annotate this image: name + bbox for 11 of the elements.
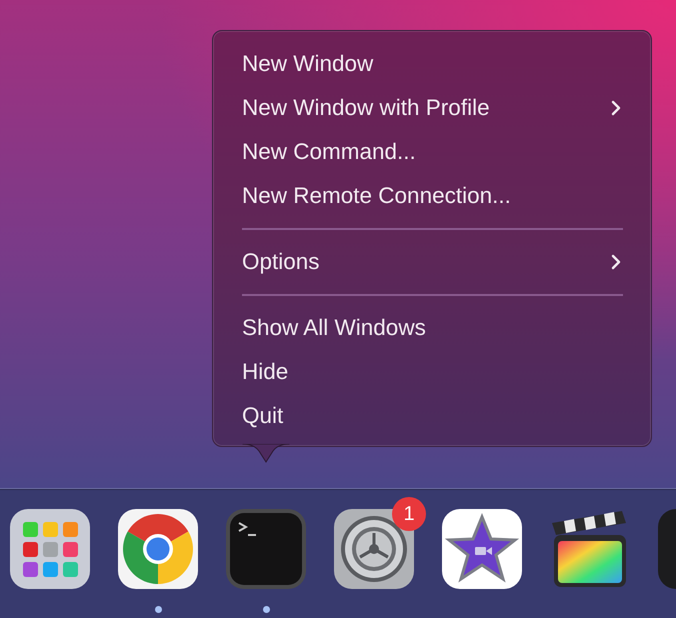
menu-item[interactable]: Hide xyxy=(242,350,623,394)
menu-item[interactable]: New Window xyxy=(242,42,623,86)
menu-item[interactable]: Options xyxy=(242,240,623,284)
menu-item[interactable]: Show All Windows xyxy=(242,306,623,350)
launchpad-icon[interactable] xyxy=(10,509,90,589)
chrome-icon[interactable] xyxy=(118,509,198,589)
notification-badge: 1 xyxy=(392,497,426,531)
menu-item[interactable]: New Remote Connection... xyxy=(242,174,623,218)
menu-item[interactable]: New Window with Profile xyxy=(242,86,623,130)
menu-item[interactable]: Quit xyxy=(242,394,623,438)
menu-item[interactable]: New Command... xyxy=(242,130,623,174)
